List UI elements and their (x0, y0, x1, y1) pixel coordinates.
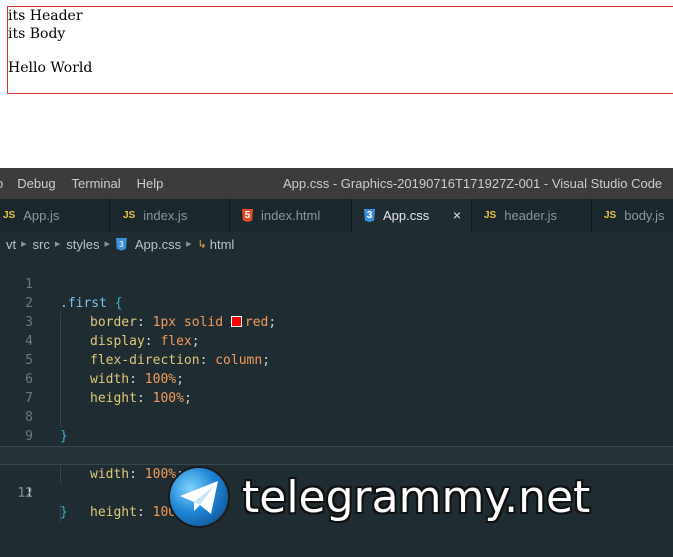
tab-app-css[interactable]: 3 App.css × (352, 199, 472, 232)
tab-app-js[interactable]: JS App.js (0, 199, 110, 232)
code-line-1[interactable]: 1 .first { (0, 256, 673, 311)
close-icon[interactable]: × (453, 207, 461, 223)
chevron-right-icon: ▶ (104, 241, 110, 248)
js-icon: JS (123, 210, 136, 221)
watermark: telegrammy.net (168, 465, 673, 529)
breadcrumb-item-vt[interactable]: vt (6, 237, 16, 252)
tab-label: index.html (261, 208, 321, 223)
editor-tabs: JS App.js JS index.js 5 index.html 3 App… (0, 199, 673, 232)
tab-index-html[interactable]: 5 index.html (230, 199, 352, 232)
menu-bar: o Debug Terminal Help (0, 176, 179, 191)
tab-body-js[interactable]: JS body.js (592, 199, 673, 232)
tab-index-js[interactable]: JS index.js (110, 199, 230, 232)
js-icon: JS (3, 210, 16, 221)
menu-debug[interactable]: Debug (17, 176, 55, 191)
breadcrumb-item-styles[interactable]: styles (66, 237, 99, 252)
tab-label: index.js (143, 208, 188, 223)
code-line-6[interactable]: 6 height: 100%; (0, 351, 673, 408)
telegram-logo-icon (168, 466, 230, 528)
tab-header-js[interactable]: JS header.js (472, 199, 592, 232)
menu-go-partial[interactable]: o (0, 176, 3, 191)
chevron-right-icon: ▶ (54, 241, 61, 248)
code-line-8[interactable]: 8 } (0, 389, 673, 444)
tab-label: App.js (23, 208, 60, 223)
watermark-text: telegrammy.net (242, 471, 591, 523)
html-icon: 5 (242, 209, 253, 222)
code-line-4[interactable]: 4 flex-direction: column; (0, 313, 673, 370)
tab-label: header.js (504, 208, 557, 223)
breadcrumb: vt ▶ src ▶ styles ▶ 3 App.css ▶ ↳ html (0, 232, 673, 256)
breadcrumb-item-html[interactable]: html (210, 237, 235, 252)
menu-terminal[interactable]: Terminal (72, 176, 121, 191)
breadcrumb-item-app-css[interactable]: App.css (135, 237, 181, 252)
tab-label: body.js (624, 208, 665, 223)
close-brace: } (60, 505, 68, 520)
code-line-10[interactable]: 10 width: 100%; (0, 427, 673, 484)
code-line-2[interactable]: 2 border: 1px solid red; (0, 275, 673, 332)
code-line-11-current[interactable]: 11 height: 100%; (0, 446, 673, 522)
breadcrumb-item-src[interactable]: src (33, 237, 50, 252)
hello-world-text: Hello World (8, 60, 93, 76)
title-bar: o Debug Terminal Help App.css - Graphics… (0, 168, 673, 199)
first-container: its Header its Body Hello World (7, 6, 673, 94)
css-icon: 3 (115, 237, 127, 251)
menu-help[interactable]: Help (137, 176, 164, 191)
browser-preview: its Header its Body Hello World (0, 0, 673, 168)
code-line-5[interactable]: 5 width: 100%; (0, 332, 673, 389)
line-number: 12 (17, 486, 33, 501)
body-text: its Body (8, 26, 66, 42)
window-title: App.css - Graphics-20190716T171927Z-001 … (283, 176, 663, 191)
chevron-right-icon: ▶ (186, 241, 192, 248)
css-property: height (90, 505, 137, 520)
css-icon: 3 (364, 209, 375, 222)
js-icon: JS (484, 210, 497, 221)
js-icon: JS (604, 210, 617, 221)
code-line-9[interactable]: 9 html { (0, 408, 673, 463)
chevron-right-icon: ▶ (21, 241, 27, 248)
tab-label: App.css (383, 208, 430, 223)
header-text: its Header (8, 8, 83, 24)
code-line-3[interactable]: 3 display: flex; (0, 294, 673, 351)
code-line-7[interactable]: 7 (0, 370, 673, 427)
symbol-icon: ↳ (197, 238, 207, 251)
